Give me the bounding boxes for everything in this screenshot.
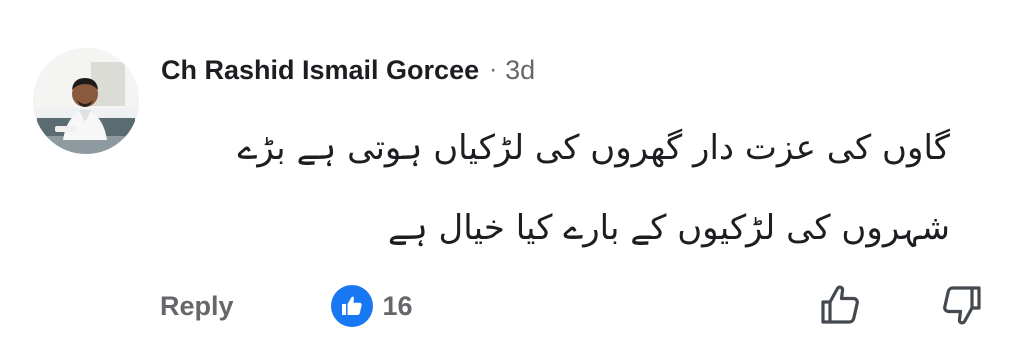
- comment-body: گاوں کی عزت دار گھروں کی لڑکیاں ہوتی ہے …: [155, 108, 951, 268]
- author-name[interactable]: Ch Rashid Ismail Gorcee: [161, 55, 479, 86]
- comment-actions: Reply 16: [160, 283, 413, 329]
- comment-text-line: شہروں کی لڑکیوں کے بارے کیا خیال ہے: [387, 208, 950, 248]
- timestamp[interactable]: 3d: [505, 55, 535, 86]
- upvote-button[interactable]: [816, 281, 864, 329]
- comment: Ch Rashid Ismail Gorcee · 3d گاوں کی عزت…: [0, 0, 1024, 345]
- downvote-button[interactable]: [938, 281, 986, 329]
- separator-dot: ·: [489, 56, 498, 83]
- avatar-photo: [33, 48, 139, 154]
- reaction-count: 16: [382, 290, 413, 321]
- thumbs-up-outline-icon: [821, 285, 859, 324]
- reaction-summary[interactable]: 16: [330, 285, 413, 327]
- avatar[interactable]: [33, 48, 139, 154]
- comment-header: Ch Rashid Ismail Gorcee · 3d: [161, 50, 535, 90]
- comment-text-line: گاوں کی عزت دار گھروں کی لڑکیاں ہوتی ہے …: [237, 128, 951, 168]
- reply-button[interactable]: Reply: [160, 291, 234, 322]
- thumbs-down-outline-icon: [943, 286, 981, 325]
- thumbs-up-icon: [330, 285, 373, 327]
